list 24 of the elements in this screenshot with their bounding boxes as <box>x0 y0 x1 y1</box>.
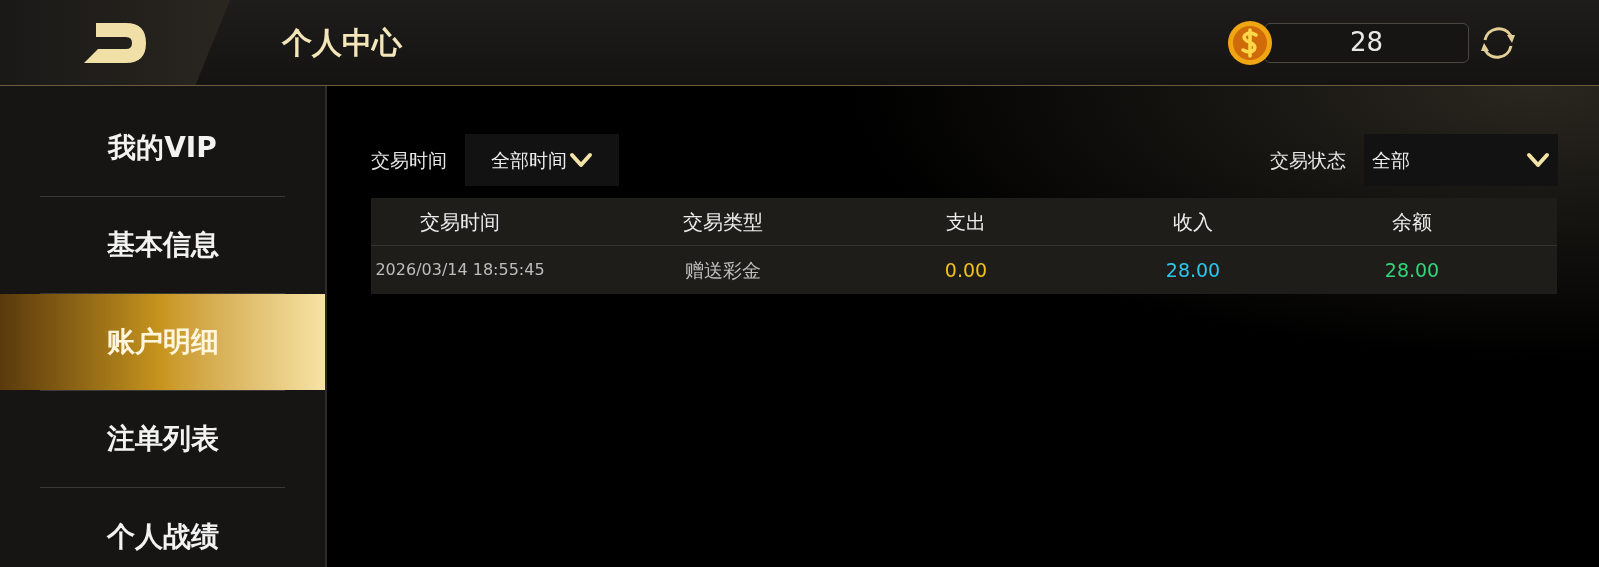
filter-label: 交易状态 <box>1270 147 1346 173</box>
column-header: 余额 <box>1391 208 1433 236</box>
table-cell-text: 赠送彩金 <box>684 257 762 283</box>
balance-display: 28 <box>1264 22 1469 63</box>
sidebar-tab[interactable]: 注单列表 <box>0 391 325 487</box>
table-cell-text: 28.00 <box>1383 257 1441 283</box>
sidebar-tab[interactable]: 我的VIP <box>0 100 325 196</box>
logo-icon <box>82 20 148 65</box>
column-header: 支出 <box>945 208 987 236</box>
filter-dropdown[interactable]: 全部 <box>1364 134 1558 186</box>
page-title: 个人中心 <box>282 24 402 62</box>
column-header: 交易类型 <box>682 208 764 236</box>
column-header: 收入 <box>1172 208 1214 236</box>
coin-icon <box>1226 18 1274 67</box>
chevron-down-icon <box>569 152 593 168</box>
filter-dropdown[interactable]: 全部时间 <box>465 134 619 186</box>
sidebar-tab[interactable]: 基本信息 <box>0 197 325 293</box>
table-cell-text: 28.00 <box>1164 257 1222 283</box>
column-header: 交易时间 <box>419 208 501 236</box>
chevron-down-icon <box>1526 152 1550 168</box>
table-cell-text: 0.00 <box>943 257 989 283</box>
table-cell-text: 2026/03/14 18:55:45 <box>374 259 546 281</box>
sidebar-tab[interactable]: 个人战绩 <box>0 488 325 567</box>
filter-label: 交易时间 <box>371 147 447 173</box>
